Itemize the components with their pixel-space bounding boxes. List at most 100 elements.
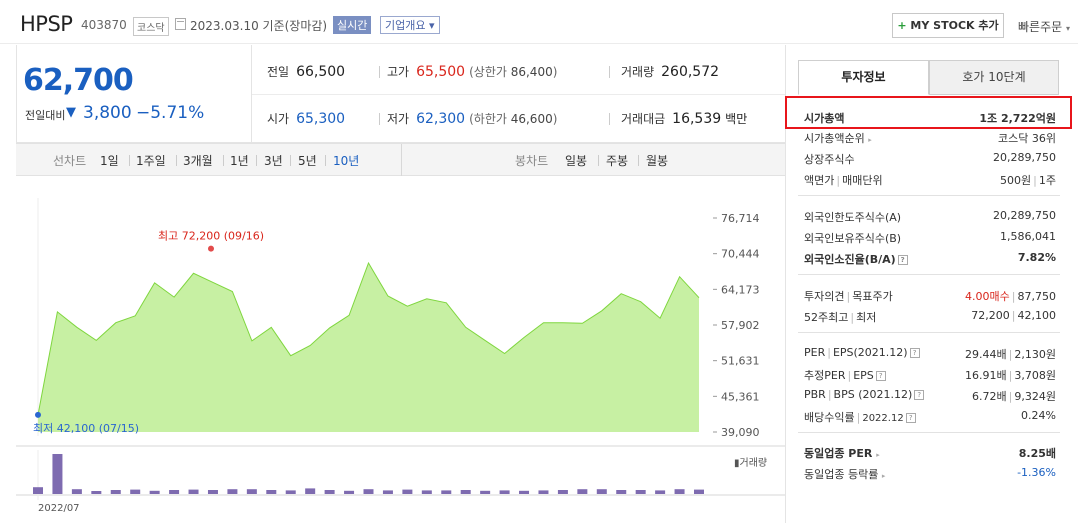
high-marker (208, 245, 214, 252)
volume-bar (577, 489, 588, 494)
chart-period-bar: 선차트 1일 1주일 3개월 1년 3년 5년 10년 봉차트 일봉 주봉 월봉 (16, 143, 785, 176)
divider (290, 155, 291, 166)
per-value: 29.44배 (965, 348, 1007, 361)
separator: | (836, 174, 841, 187)
lower-limit-label: (하한가 (469, 112, 511, 126)
market-badge: 코스닥 (133, 17, 169, 36)
high-annotation: 최고 72,200 (09/16) (158, 230, 264, 243)
amount-label: 거래대금 (621, 112, 666, 126)
y-tick-label: 57,902 (721, 319, 760, 332)
help-icon[interactable]: ? (914, 390, 925, 400)
eps-label: EPS(2021.12) (832, 346, 908, 359)
divider (598, 155, 599, 166)
current-price: 62,700 (23, 63, 134, 98)
y-axis: 76,714 70,444 64,173 57,902 51,631 45,361 39,0… (713, 212, 760, 439)
change-percent: −5.71% (136, 103, 205, 123)
opinion-value: 4.00매수 (965, 290, 1010, 303)
prev-close-value: 66,500 (296, 64, 346, 80)
separator: | (1011, 309, 1016, 322)
price-chart: 76,714 70,444 64,173 57,902 51,631 45,361 39,0… (16, 198, 785, 514)
volume-bar (246, 489, 257, 494)
divider (176, 155, 177, 166)
foreign-limit-label: 외국인한도주식수(A) (804, 211, 902, 224)
period-1w[interactable]: 1주일 (136, 152, 166, 169)
volume-bar (188, 489, 199, 494)
company-overview-button[interactable]: 기업개요 ▾ (380, 16, 440, 34)
calendar-icon (175, 18, 186, 30)
listed-shares-row: 상장주식수 20,289,750 (804, 151, 1056, 167)
low-price: 저가 62,300 (하한가 46,600) (387, 110, 557, 127)
quick-order-button[interactable]: 빠른주문 ▾ (1018, 18, 1070, 35)
volume-bar (421, 490, 432, 494)
market-cap-rank-row: 시가총액순위 ▸ 코스닥 36위 (804, 130, 1056, 146)
period-3m[interactable]: 3개월 (183, 152, 213, 169)
par-value-label: 액면가 (804, 174, 835, 187)
candle-daily[interactable]: 일봉 (565, 152, 587, 169)
week52-low-label: 최저 (856, 311, 877, 324)
volume-bar (227, 489, 238, 494)
prev-close-label: 전일 (267, 65, 290, 79)
period-1d[interactable]: 1일 (100, 152, 119, 169)
divider (223, 155, 224, 166)
trade-unit-label: 매매단위 (842, 174, 883, 187)
high-price: 고가 65,500 (상한가 86,400) (387, 63, 557, 80)
volume-bar (635, 490, 646, 494)
amount-value: 16,539 (672, 111, 722, 127)
divider (798, 195, 1060, 196)
divider (252, 94, 785, 95)
line-chart-label: 선차트 (53, 154, 87, 168)
separator: | (1011, 290, 1016, 303)
invest-opinion-row: 투자의견 | 목표주가 4.00매수 | 87,750 (804, 288, 1056, 304)
volume: 거래량 260,572 (621, 63, 719, 80)
date-text: 2023.03.10 기준(장마감) (190, 19, 328, 33)
volume-bar (674, 489, 685, 494)
tab-orderbook[interactable]: 호가 10단계 (929, 60, 1059, 95)
candle-monthly[interactable]: 월봉 (646, 152, 668, 169)
help-icon[interactable]: ? (905, 413, 916, 423)
separator: | (1033, 174, 1037, 187)
trade-unit-value: 1주 (1038, 174, 1056, 187)
period-5y[interactable]: 5년 (298, 152, 317, 169)
per-label: PER (804, 346, 826, 359)
eps-value: 2,130원 (1014, 348, 1056, 361)
period-3y[interactable]: 3년 (264, 152, 283, 169)
volume-bar (33, 487, 43, 494)
high-label: 고가 (387, 65, 410, 79)
tab-investment-info[interactable]: 투자정보 (798, 60, 929, 95)
volume-bar (460, 490, 471, 494)
x-tick-label: 2022/07 (38, 503, 80, 514)
divider (609, 113, 610, 125)
chevron-right-icon: ▸ (876, 451, 880, 459)
par-value-value: 500원 (1000, 174, 1032, 187)
help-icon[interactable]: ? (875, 371, 886, 381)
divider (379, 113, 380, 125)
volume-bar (266, 490, 277, 494)
foreign-ratio-label: 외국인소진율(B/A) (804, 253, 896, 266)
volume-bar (480, 490, 491, 494)
est-per-label: 추정PER (804, 369, 846, 382)
current-price-box: 62,700 전일대비 ▼ 3,800 −5.71% (16, 45, 252, 143)
low-value: 62,300 (416, 111, 466, 127)
period-10y[interactable]: 10년 (333, 152, 359, 169)
target-price-value: 87,750 (1017, 290, 1057, 303)
help-icon[interactable]: ? (897, 255, 908, 265)
candle-weekly[interactable]: 주봉 (606, 152, 628, 169)
period-1y[interactable]: 1년 (230, 152, 249, 169)
week52-row: 52주최고 | 최저 72,200 | 42,100 (804, 309, 1056, 325)
volume-bar (596, 489, 607, 494)
listed-shares-label: 상장주식수 (804, 153, 855, 166)
realtime-button[interactable]: 실시간 (333, 16, 372, 34)
help-icon[interactable]: ? (909, 348, 920, 358)
divider (401, 144, 402, 176)
add-my-stock-button[interactable]: + MY STOCK 추가 (892, 13, 1004, 38)
separator: | (827, 388, 832, 401)
add-my-stock-label: MY STOCK 추가 (906, 19, 999, 32)
low-annotation: 최저 42,100 (07/15) (33, 422, 139, 435)
volume-bar (52, 454, 63, 494)
divider (129, 155, 130, 166)
low-label: 저가 (387, 112, 410, 126)
volume-bar (207, 490, 218, 494)
volume-bar (363, 489, 374, 494)
listed-shares-value: 20,289,750 (993, 151, 1056, 164)
high-value: 65,500 (416, 64, 466, 80)
